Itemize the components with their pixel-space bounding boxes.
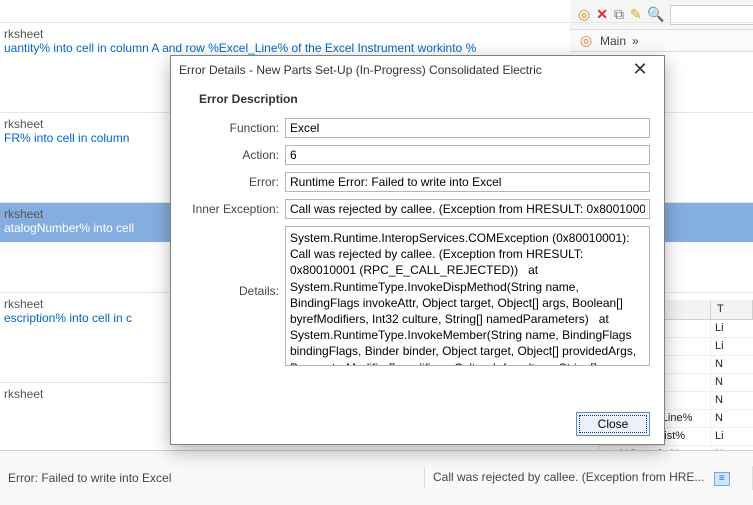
edit-icon[interactable]: ✎ [630,7,642,23]
dialog-body: Function: Action: Error: Inner Exception… [171,118,664,404]
search-icon[interactable]: 🔍 [648,7,664,23]
details-field[interactable] [285,226,650,366]
action-field[interactable] [285,145,650,165]
step-text: uantity% into cell in column A and row %… [4,41,753,55]
variable-type: N [711,392,751,409]
dialog-title: Error Details - New Parts Set-Up (In-Pro… [179,63,624,77]
label-inner-exception: Inner Exception: [185,199,279,216]
step-header: rksheet [4,27,753,41]
status-error: Error: Failed to write into Excel [0,467,425,489]
variable-type: Li [711,428,751,445]
dialog-button-row: Close [171,404,664,444]
duplicate-icon[interactable]: ⧉ [614,7,624,23]
error-field[interactable] [285,172,650,192]
close-button[interactable]: Close [576,412,650,436]
function-field[interactable] [285,118,650,138]
label-error: Error: [185,172,279,189]
variable-type: Li [711,338,751,355]
status-inner: Call was rejected by callee. (Exception … [425,466,753,490]
variable-type: Li [711,320,751,337]
close-icon[interactable]: ✕ [624,60,656,80]
delete-icon[interactable]: ✕ [596,7,608,23]
label-details: Details: [185,226,279,298]
globe-add-icon[interactable]: ◎ [578,7,590,23]
status-bar: Error: Failed to write into Excel Call w… [0,450,753,505]
dialog-titlebar[interactable]: Error Details - New Parts Set-Up (In-Pro… [171,56,664,84]
variable-type: N [711,410,751,427]
label-function: Function: [185,118,279,135]
variable-type: N [711,374,751,391]
dialog-section-header: Error Description [171,84,664,118]
label-action: Action: [185,145,279,162]
info-icon[interactable]: ≡ [714,472,730,486]
error-details-dialog: Error Details - New Parts Set-Up (In-Pro… [170,55,665,445]
inner-exception-field[interactable] [285,199,650,219]
variable-type: N [711,356,751,373]
